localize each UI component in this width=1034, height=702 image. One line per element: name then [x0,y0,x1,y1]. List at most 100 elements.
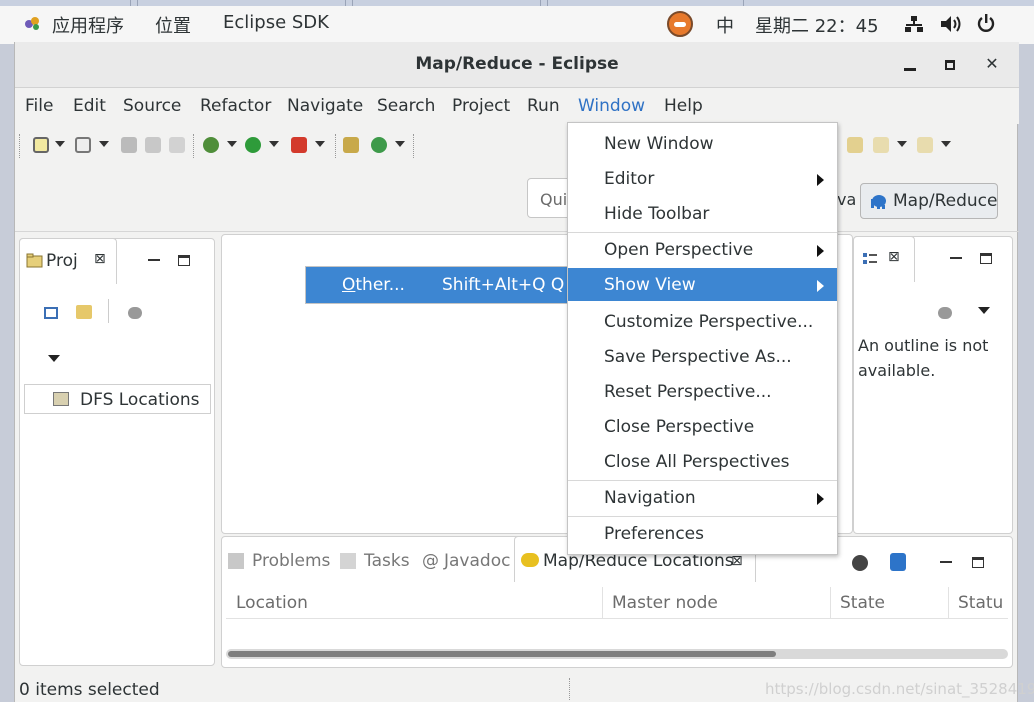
view-menu-icon[interactable] [978,307,990,314]
minimize-panel-icon[interactable] [940,561,952,563]
new-package-icon[interactable] [343,137,359,153]
chevron-down-icon[interactable] [395,141,405,147]
table-header: Location Master node State Statu [226,587,1008,619]
chevron-down-icon[interactable] [99,141,109,147]
menu-navigate[interactable]: Navigate [287,96,363,116]
save-icon[interactable] [121,137,137,153]
new-location-icon[interactable] [852,555,868,571]
chevron-down-icon[interactable] [269,141,279,147]
new-file-icon[interactable] [75,137,91,153]
new-class-icon[interactable] [371,137,387,153]
menu-search[interactable]: Search [377,96,435,116]
close-tab-icon[interactable]: ⊠ [94,251,106,267]
forward-icon[interactable] [917,137,933,153]
menu-item-reset-perspective[interactable]: Reset Perspective... [568,375,837,408]
menu-edit[interactable]: Edit [73,96,106,116]
menu-item-preferences[interactable]: Preferences [568,517,837,550]
menu-item-editor[interactable]: Editor [568,162,837,195]
outline-icon [863,253,877,264]
menu-item-label: Close Perspective [604,417,755,437]
menu-item-close-all-perspectives[interactable]: Close All Perspectives [568,445,837,478]
menu-item-close-perspective[interactable]: Close Perspective [568,410,837,443]
elephant-icon [521,553,539,567]
column-status[interactable]: Statu [958,593,1003,613]
network-icon[interactable] [904,15,924,33]
close-tab-icon[interactable]: ⊠ [731,553,743,569]
clock[interactable]: 星期二 22：45 [755,12,879,38]
menu-bar: File Edit Source Refactor Navigate Searc… [15,88,1019,125]
menu-item-customize-perspective[interactable]: Customize Perspective... [568,305,837,338]
applications-icon[interactable] [24,15,42,31]
active-app-menu[interactable]: Eclipse SDK [223,12,329,33]
elephant-icon[interactable] [890,553,906,571]
submenu-item-other-label: Other... [342,275,405,295]
elephant-icon[interactable] [128,307,142,319]
chevron-down-icon[interactable] [227,141,237,147]
menu-item-label: Open Perspective [604,240,754,260]
menu-item-show-view[interactable]: Show View [568,268,837,301]
minimize-panel-icon[interactable] [950,257,962,259]
maximize-panel-icon[interactable] [178,255,190,266]
external-tools-icon[interactable] [291,137,307,153]
last-edit-icon[interactable] [847,137,863,153]
chevron-down-icon[interactable] [55,141,65,147]
column-state[interactable]: State [840,593,885,613]
menu-source[interactable]: Source [123,96,181,116]
back-icon[interactable] [873,137,889,153]
menu-run[interactable]: Run [527,96,560,116]
submenu-arrow-icon [817,245,824,257]
link-editor-icon[interactable] [76,305,92,319]
close-icon[interactable]: ✕ [981,54,1003,76]
minimize-panel-icon[interactable] [148,259,160,261]
column-location[interactable]: Location [236,593,308,613]
scrollbar-thumb[interactable] [228,651,776,657]
menu-item-hide-toolbar[interactable]: Hide Toolbar [568,197,837,230]
run-icon[interactable] [245,137,261,153]
perspective-java[interactable]: va [837,190,856,209]
menu-item-navigation[interactable]: Navigation [568,481,837,514]
collapse-all-icon[interactable] [44,307,58,319]
tab-javadoc[interactable]: Javadoc [444,551,510,571]
applications-menu[interactable]: 应用程序 [52,12,124,38]
tab-tasks[interactable]: Tasks [364,551,410,571]
menu-item-label: Close All Perspectives [604,452,790,472]
maximize-panel-icon[interactable] [972,557,984,568]
menu-refactor[interactable]: Refactor [200,96,271,116]
menu-item-label: Preferences [604,524,704,544]
places-menu[interactable]: 位置 [155,12,191,38]
debug-icon[interactable] [203,137,219,153]
outline-tab[interactable]: ⊠ [853,236,915,282]
menu-window[interactable]: Window [569,96,654,125]
elephant-icon[interactable] [938,307,952,319]
weather-icon[interactable] [667,11,693,37]
menu-item-save-perspective-as[interactable]: Save Perspective As... [568,340,837,373]
maximize-panel-icon[interactable] [980,253,992,264]
menu-item-label: Hide Toolbar [604,204,710,224]
submenu-item-other[interactable]: Other... Shift+Alt+Q Q [306,267,570,303]
print-icon[interactable] [169,137,185,153]
volume-icon[interactable] [940,15,962,33]
chevron-down-icon[interactable] [897,141,907,147]
maximize-icon[interactable] [939,54,961,76]
view-menu-icon[interactable] [48,355,60,362]
menu-project[interactable]: Project [452,96,510,116]
input-method-indicator[interactable]: 中 [716,12,734,38]
menu-help[interactable]: Help [664,96,703,116]
new-icon[interactable] [33,137,49,153]
close-tab-icon[interactable]: ⊠ [888,249,900,265]
column-master-node[interactable]: Master node [612,593,718,613]
list-item[interactable]: DFS Locations [24,384,211,414]
chevron-down-icon[interactable] [315,141,325,147]
horizontal-scrollbar[interactable] [226,649,1008,659]
menu-item-open-perspective[interactable]: Open Perspective [568,233,837,266]
tab-problems[interactable]: Problems [252,551,330,571]
save-all-icon[interactable] [145,137,161,153]
project-explorer-tab[interactable]: Proj ⊠ [19,238,117,284]
menu-file[interactable]: File [25,96,53,116]
minimize-icon[interactable] [899,54,921,76]
menu-item-new-window[interactable]: New Window [568,127,837,160]
perspective-mapreduce-button[interactable]: Map/Reduce [860,183,998,219]
chevron-down-icon[interactable] [941,141,951,147]
title-bar[interactable]: Map/Reduce - Eclipse ✕ [15,42,1019,88]
power-icon[interactable] [976,13,996,33]
